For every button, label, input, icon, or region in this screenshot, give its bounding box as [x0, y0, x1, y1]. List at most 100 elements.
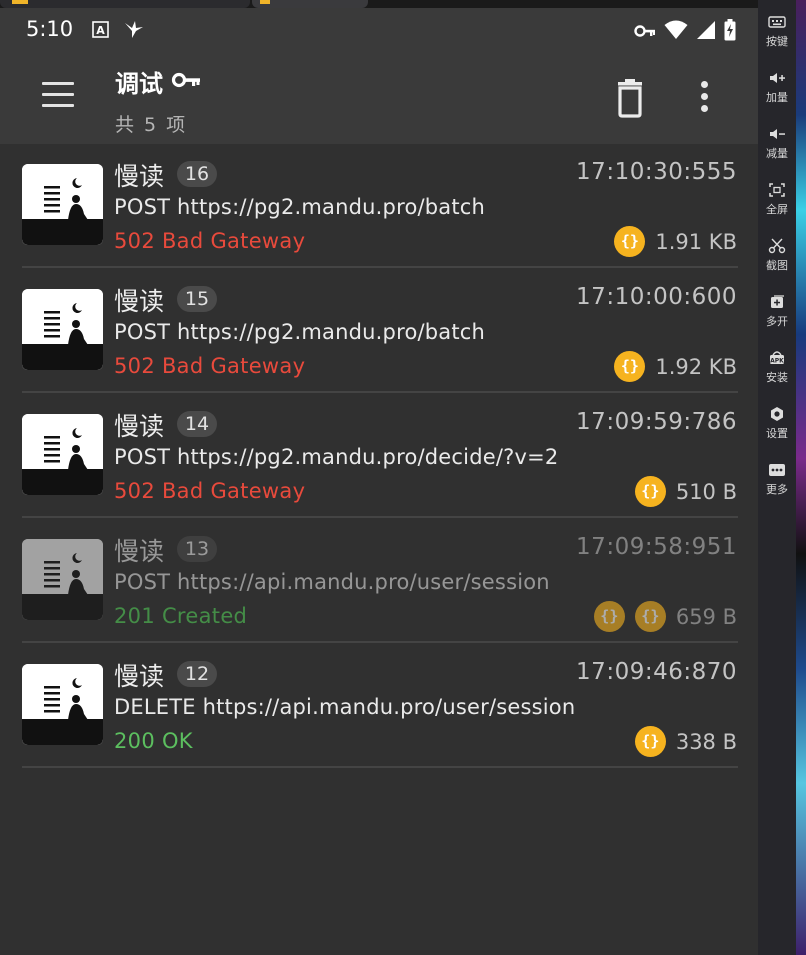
request-id-badge: 15 [177, 286, 217, 312]
request-id-badge: 16 [177, 161, 217, 187]
response-status: 200 OK [114, 729, 193, 753]
emulator-tab-strip [0, 0, 758, 8]
request-timestamp: 17:09:46:870 [576, 659, 737, 685]
font-a-icon: A [92, 20, 109, 42]
desktop-wallpaper [796, 0, 806, 955]
trash-icon[interactable] [612, 78, 648, 118]
request-id-badge: 14 [177, 411, 217, 437]
sidebar-item-apk-install[interactable]: APK 安装 [758, 350, 796, 385]
app-icon [22, 414, 103, 495]
sidebar-item-label: 截图 [766, 259, 788, 272]
more-dots-icon [758, 462, 796, 478]
sidebar-item-keyboard[interactable]: 按键 [758, 14, 796, 49]
request-timestamp: 17:10:00:600 [576, 284, 737, 310]
volume-down-icon [758, 126, 796, 142]
app-name: 慢读 [114, 412, 165, 441]
bird-icon [123, 19, 145, 43]
json-icon: {} [614, 351, 646, 382]
json-icons: {} {} [593, 601, 666, 632]
sidebar-item-scissors[interactable]: 截图 [758, 238, 796, 273]
request-id-badge: 13 [177, 536, 217, 562]
settings-gear-icon [758, 406, 796, 422]
sidebar-item-settings-gear[interactable]: 设置 [758, 406, 796, 441]
json-icon: {} [634, 476, 666, 507]
signal-icon [696, 20, 716, 44]
response-status: 201 Created [114, 604, 248, 628]
status-time: 5:10 [26, 17, 74, 41]
battery-charging-icon [724, 19, 736, 45]
json-icon: {} [593, 601, 625, 632]
app-icon [22, 289, 103, 370]
keyboard-icon [758, 14, 796, 30]
response-status: 502 Bad Gateway [114, 479, 306, 503]
app-icon [22, 539, 103, 620]
response-size: 659 B [675, 605, 737, 629]
request-row[interactable]: 慢读 16 17:10:30:555 POST https://pg2.mandu.p… [0, 143, 758, 268]
response-status: 502 Bad Gateway [114, 229, 306, 253]
sidebar-item-multi-open[interactable]: 多开 [758, 294, 796, 329]
request-row[interactable]: 慢读 12 17:09:46:870 DELETE https://api.mandu… [0, 643, 758, 768]
response-size: 1.91 KB [655, 230, 737, 254]
json-icons: {} [634, 726, 666, 757]
request-timestamp: 17:09:58:951 [576, 534, 737, 560]
request-row[interactable]: 慢读 14 17:09:59:786 POST https://pg2.mandu.p… [0, 393, 758, 518]
item-count: 共 5 项 [115, 114, 188, 136]
response-status: 502 Bad Gateway [114, 354, 306, 378]
json-icons: {} [634, 476, 666, 507]
sidebar-item-label: 更多 [766, 483, 788, 496]
row-divider [22, 766, 738, 768]
svg-text:A: A [96, 24, 105, 37]
app-icon [22, 664, 103, 745]
sidebar-item-label: 安装 [766, 371, 788, 384]
request-url: POST https://pg2.mandu.pro/batch [114, 320, 486, 344]
json-icons: {} [614, 226, 646, 257]
json-icon: {} [634, 601, 666, 632]
sidebar-item-label: 全屏 [766, 203, 788, 216]
phone-screen: 5:10 A 调试 共 5 项 慢读 16 17:10:30:555 POST … [0, 8, 758, 955]
request-id-badge: 12 [177, 661, 217, 687]
fullscreen-icon [758, 182, 796, 198]
scissors-icon [758, 238, 796, 254]
request-url: POST https://pg2.mandu.pro/decide/?v=2 [114, 445, 559, 469]
request-timestamp: 17:10:30:555 [576, 159, 737, 185]
request-row[interactable]: 慢读 15 17:10:00:600 POST https://pg2.mandu.p… [0, 268, 758, 393]
sidebar-item-volume-down[interactable]: 减量 [758, 126, 796, 161]
app-name: 慢读 [114, 287, 165, 316]
sidebar-item-label: 减量 [766, 147, 788, 160]
multi-open-icon [758, 294, 796, 310]
request-url: DELETE https://api.mandu.pro/user/sessio… [114, 695, 576, 719]
key-icon [171, 71, 201, 93]
response-size: 1.92 KB [655, 355, 737, 379]
emulator-sidebar: 按键加量减量全屏截图多开 APK 安装设置更多 [758, 0, 796, 955]
volume-up-icon [758, 70, 796, 86]
json-icons: {} [614, 351, 646, 382]
response-size: 338 B [675, 730, 737, 754]
sidebar-item-label: 按键 [766, 35, 788, 48]
more-vertical-icon[interactable] [690, 78, 718, 118]
request-url: POST https://pg2.mandu.pro/batch [114, 195, 486, 219]
request-timestamp: 17:09:59:786 [576, 409, 737, 435]
page-title: 调试 [115, 70, 163, 98]
emulator-tab-active[interactable] [252, 0, 368, 8]
json-icon: {} [634, 726, 666, 757]
app-name: 慢读 [114, 537, 165, 566]
app-toolbar: 调试 共 5 项 [0, 52, 758, 144]
sidebar-item-volume-up[interactable]: 加量 [758, 70, 796, 105]
response-size: 510 B [675, 480, 737, 504]
json-icon: {} [614, 226, 646, 257]
svg-text:APK: APK [770, 358, 784, 365]
apk-install-icon: APK [758, 350, 796, 366]
sidebar-item-fullscreen[interactable]: 全屏 [758, 182, 796, 217]
request-row[interactable]: 慢读 13 17:09:58:951 POST https://api.mandu.p… [0, 518, 758, 643]
app-icon [22, 164, 103, 245]
request-list: 慢读 16 17:10:30:555 POST https://pg2.mandu.p… [0, 143, 758, 768]
sidebar-item-more-dots[interactable]: 更多 [758, 462, 796, 497]
hamburger-menu-icon[interactable] [40, 82, 76, 112]
emulator-tab[interactable] [0, 0, 250, 8]
key-icon [634, 23, 656, 42]
app-name: 慢读 [114, 662, 165, 691]
app-name: 慢读 [114, 162, 165, 191]
request-url: POST https://api.mandu.pro/user/session [114, 570, 550, 594]
sidebar-item-label: 设置 [766, 427, 788, 440]
status-bar: 5:10 A [0, 8, 758, 52]
